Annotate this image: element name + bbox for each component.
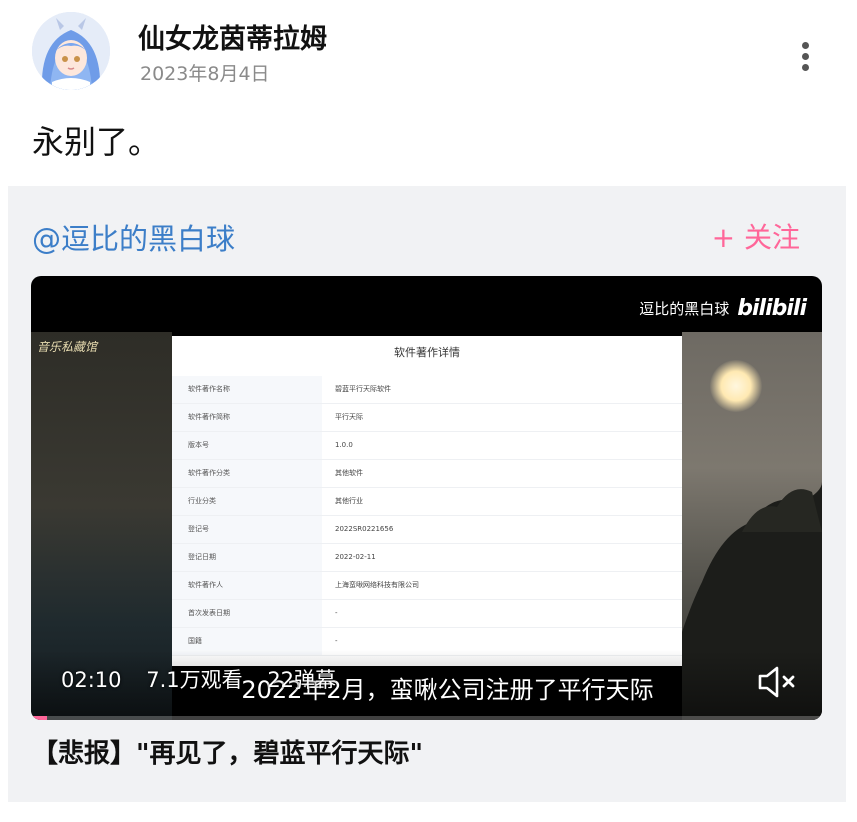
document-rows: 软件著作名称 碧蓝平行天际软件 软件著作简称 平行天际 版本号 1.0.0 软件著作分类 其他… — [172, 376, 682, 656]
video-document-frame: 软件著作详情 软件著作名称 碧蓝平行天际软件 软件著作简称 平行天际 版本号 1.0.0 软… — [172, 336, 682, 666]
document-row-key: 行业分类 — [172, 488, 322, 515]
document-row-value: 平行天际 — [335, 413, 363, 421]
video-player[interactable]: 逗比的黑白球 bilibili 音乐私藏馆 软件著作详情 软件著作名称 碧蓝平行天… — [31, 276, 822, 720]
left-sign-text: 音乐私藏馆 — [37, 340, 98, 354]
video-progress-fill — [31, 716, 47, 720]
document-row-key: 登记日期 — [172, 544, 322, 571]
document-row-key: 软件著作名称 — [172, 376, 322, 403]
document-row-key: 软件著作简称 — [172, 404, 322, 431]
video-progress-bar[interactable] — [31, 716, 822, 720]
document-row: 版本号 1.0.0 — [172, 432, 682, 460]
document-row-value: 上海蛮啾网络科技有限公司 — [335, 581, 419, 589]
document-row-value: - — [335, 609, 338, 617]
document-row-key: 登记号 — [172, 516, 322, 543]
volume-mute-icon — [758, 666, 795, 698]
document-row: 首次发表日期 - — [172, 600, 682, 628]
document-title: 软件著作详情 — [394, 346, 460, 359]
post-text: 永别了。 — [32, 123, 161, 161]
post-date: 2023年8月4日 — [140, 63, 270, 85]
more-options-button[interactable] — [795, 36, 817, 76]
document-row-value: 其他行业 — [335, 497, 363, 505]
document-row-value: 其他软件 — [335, 469, 363, 477]
video-stats: 02:10 7.1万观看 22弹幕 — [61, 664, 354, 694]
mute-button[interactable] — [756, 662, 800, 702]
document-row-value: 碧蓝平行天际软件 — [335, 385, 391, 393]
document-row: 软件著作简称 平行天际 — [172, 404, 682, 432]
more-dot — [802, 53, 809, 60]
document-row-key: 软件著作人 — [172, 572, 322, 599]
document-row-value: 2022-02-11 — [335, 553, 376, 561]
shared-video-card[interactable]: @逗比的黑白球 + 关注 逗比的黑白球 bilibili 音乐私藏馆 软件著作详… — [8, 186, 846, 802]
document-row: 软件著作分类 其他软件 — [172, 460, 682, 488]
document-row-key: 软件著作分类 — [172, 460, 322, 487]
document-row-key: 版本号 — [172, 432, 322, 459]
video-duration: 02:10 — [61, 668, 122, 692]
document-row: 登记日期 2022-02-11 — [172, 544, 682, 572]
document-row-value: 2022SR0221656 — [335, 525, 394, 533]
video-views: 7.1万观看 — [146, 668, 243, 692]
more-dot — [802, 64, 809, 71]
document-row: 登记号 2022SR0221656 — [172, 516, 682, 544]
video-watermark: 逗比的黑白球 bilibili — [639, 296, 807, 321]
document-row: 软件著作人 上海蛮啾网络科技有限公司 — [172, 572, 682, 600]
video-danmaku-count: 22弹幕 — [267, 668, 337, 692]
more-vertical-icon — [802, 42, 809, 49]
video-title[interactable]: 【悲报】"再见了，碧蓝平行天际" — [32, 733, 423, 770]
document-row-key: 首次发表日期 — [172, 600, 322, 627]
follow-button[interactable]: + 关注 — [712, 216, 800, 256]
author-name[interactable]: 仙女龙茵蒂拉姆 — [138, 17, 327, 56]
watermark-text: 逗比的黑白球 — [639, 300, 730, 318]
document-row: 软件著作名称 碧蓝平行天际软件 — [172, 376, 682, 404]
avatar[interactable] — [32, 12, 110, 90]
document-row-value: 1.0.0 — [335, 441, 353, 449]
bilibili-logo: bilibili — [737, 296, 807, 321]
avatar-image — [32, 12, 110, 90]
document-row: 行业分类 其他行业 — [172, 488, 682, 516]
uploader-mention-link[interactable]: @逗比的黑白球 — [32, 216, 235, 258]
